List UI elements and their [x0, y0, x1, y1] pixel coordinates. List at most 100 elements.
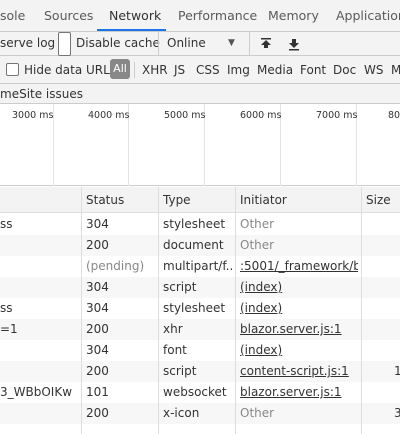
column-header-status[interactable]: Status — [86, 187, 124, 213]
cell-initiator[interactable]: (index) — [240, 340, 358, 361]
cell-initiator[interactable]: (index) — [240, 298, 358, 319]
tab-console[interactable]: sole — [0, 0, 25, 31]
column-header-initiator[interactable]: Initiator — [240, 187, 287, 213]
throttling-select[interactable]: Online — [167, 32, 206, 56]
cell-size — [394, 214, 400, 235]
cell-type: font — [163, 343, 187, 357]
cell-name: ss — [0, 217, 13, 231]
filter-xhr[interactable]: XHR — [142, 56, 168, 84]
hide-data-urls-label[interactable]: Hide data URLs — [24, 56, 116, 84]
cell-status: 200 — [86, 238, 109, 252]
cell-initiator: Other — [240, 217, 275, 231]
samesite-issues-label[interactable]: meSite issues — [0, 84, 83, 104]
filter-js[interactable]: JS — [174, 56, 185, 84]
cell-size — [394, 382, 400, 403]
export-har-icon[interactable] — [286, 36, 302, 52]
cell-size — [394, 235, 400, 256]
cell-type: websocket — [163, 385, 227, 399]
timeline-tick-label: 3000 ms — [12, 110, 54, 121]
filter-font[interactable]: Font — [300, 56, 326, 84]
timeline-tick-label: 80 — [388, 110, 400, 121]
timeline-tick-label: 6000 ms — [240, 110, 282, 121]
cell-status: 304 — [86, 343, 109, 357]
cell-type: multipart/f... — [163, 259, 233, 273]
cell-name: 3_WBbOIKw — [0, 385, 73, 399]
cell-status: 304 — [86, 301, 109, 315]
preserve-log-label[interactable]: serve log — [0, 32, 55, 56]
devtools-tab-bar: sole Sources Network Performance Memory … — [0, 0, 400, 32]
filter-doc[interactable]: Doc — [333, 56, 356, 84]
network-toolbar: serve log Disable cache Online ▼ — [0, 32, 400, 56]
request-table: Status Type Initiator Size ss 304 styleshe… — [0, 187, 400, 434]
tab-memory[interactable]: Memory — [268, 0, 319, 31]
cell-initiator[interactable]: content-script.js:1 — [240, 361, 358, 382]
column-header-size[interactable]: Size — [366, 187, 391, 213]
cell-size — [394, 340, 400, 361]
samesite-bar: meSite issues — [0, 84, 400, 104]
column-header-type[interactable]: Type — [163, 187, 191, 213]
cell-type: x-icon — [163, 406, 200, 420]
table-row[interactable]: 200 document Other — [0, 235, 400, 256]
cell-initiator: Other — [240, 406, 275, 420]
cell-status: 304 — [86, 217, 109, 231]
cell-initiator[interactable]: (index) — [240, 277, 358, 298]
tab-application[interactable]: Application — [336, 0, 400, 31]
cell-name — [0, 235, 78, 256]
cell-name — [0, 256, 78, 277]
cell-type: script — [163, 280, 197, 294]
timeline-overview[interactable]: 3000 ms 4000 ms 5000 ms 6000 ms 7000 ms … — [0, 104, 400, 186]
cell-initiator[interactable]: blazor.server.js:1 — [240, 319, 358, 340]
disable-cache-label[interactable]: Disable cache — [76, 32, 160, 56]
filter-manifest[interactable]: M — [391, 56, 400, 84]
cell-status: 200 — [86, 364, 109, 378]
cell-initiator: Other — [240, 238, 275, 252]
column-divider[interactable] — [158, 187, 159, 434]
disable-cache-checkbox[interactable] — [58, 32, 71, 56]
table-row[interactable]: 304 script (index) — [0, 277, 400, 298]
filter-ws[interactable]: WS — [364, 56, 383, 84]
cell-name — [0, 403, 78, 424]
import-har-icon[interactable] — [258, 36, 274, 52]
filter-media[interactable]: Media — [257, 56, 293, 84]
cell-size — [394, 298, 400, 319]
cell-size — [394, 256, 400, 277]
table-header: Status Type Initiator Size — [0, 187, 400, 213]
cell-name: ss — [0, 301, 13, 315]
timeline-tick-label: 4000 ms — [88, 110, 130, 121]
cell-type: script — [163, 364, 197, 378]
table-row[interactable]: ss 304 stylesheet Other — [0, 214, 400, 235]
cell-status: 304 — [86, 280, 109, 294]
cell-name — [0, 361, 78, 382]
tab-sources[interactable]: Sources — [44, 0, 93, 31]
cell-type: stylesheet — [163, 217, 226, 231]
cell-type: stylesheet — [163, 301, 226, 315]
cell-name — [0, 277, 78, 298]
table-row[interactable]: =1 200 xhr blazor.server.js:1 — [0, 319, 400, 340]
cell-size — [394, 277, 400, 298]
table-row[interactable]: 3_WBbOIKw 101 websocket blazor.server.js:1 — [0, 382, 400, 403]
filter-css[interactable]: CSS — [196, 56, 220, 84]
filter-img[interactable]: Img — [227, 56, 250, 84]
tab-network[interactable]: Network — [109, 0, 161, 31]
cell-initiator[interactable]: blazor.server.js:1 — [240, 382, 358, 403]
column-divider[interactable] — [235, 187, 236, 434]
chevron-down-icon[interactable]: ▼ — [228, 32, 235, 56]
cell-status: 200 — [86, 406, 109, 420]
table-row[interactable]: 200 script content-script.js:1 1 — [0, 361, 400, 382]
column-divider[interactable] — [361, 187, 362, 434]
tab-performance[interactable]: Performance — [178, 0, 257, 31]
cell-type: xhr — [163, 322, 183, 336]
cell-size: 3 — [394, 406, 400, 420]
table-row[interactable]: 304 font (index) — [0, 340, 400, 361]
column-divider[interactable] — [81, 187, 82, 434]
hide-data-urls-checkbox[interactable] — [6, 63, 19, 76]
cell-name — [0, 340, 78, 361]
table-row[interactable]: (pending) multipart/f...:5001/_framework/… — [0, 256, 400, 277]
table-row[interactable]: ss 304 stylesheet (index) — [0, 298, 400, 319]
cell-initiator[interactable]: :5001/_framework/b... — [240, 256, 358, 277]
filter-all-button[interactable]: All — [110, 59, 130, 79]
cell-status: 101 — [86, 385, 109, 399]
table-row[interactable]: 200 x-icon Other 3 — [0, 403, 400, 424]
cell-size — [394, 319, 400, 340]
timeline-tick-label: 5000 ms — [164, 110, 206, 121]
